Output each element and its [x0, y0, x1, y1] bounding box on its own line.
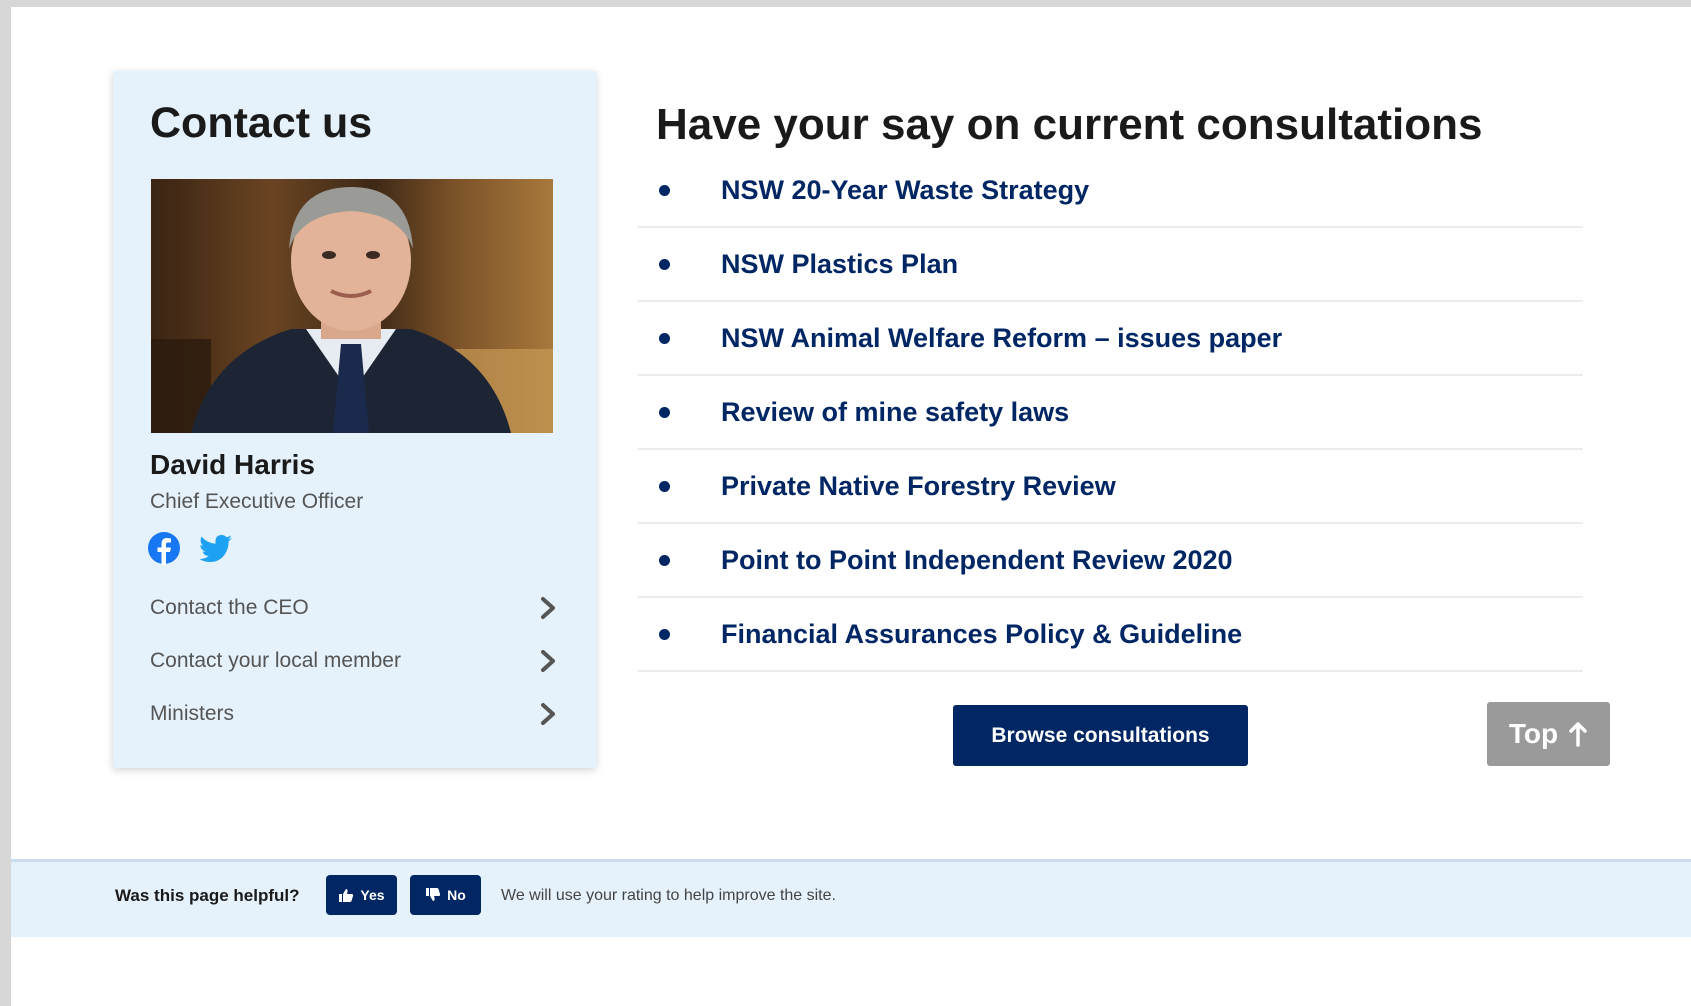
list-item: NSW 20-Year Waste Strategy — [638, 154, 1583, 228]
feedback-no-label: No — [447, 887, 466, 903]
window-frame-left — [0, 0, 11, 1006]
contact-link-label: Ministers — [150, 701, 235, 725]
chevron-right-icon — [541, 596, 555, 619]
contact-link-ceo[interactable]: Contact the CEO — [150, 581, 557, 634]
consultation-link[interactable]: NSW 20-Year Waste Strategy — [721, 175, 1089, 206]
consultations-list: NSW 20-Year Waste Strategy NSW Plastics … — [638, 154, 1583, 672]
list-item: NSW Plastics Plan — [638, 228, 1583, 302]
list-item: NSW Animal Welfare Reform – issues paper — [638, 302, 1583, 376]
top-label: Top — [1508, 718, 1559, 749]
window-frame-top — [0, 0, 1691, 7]
arrow-up-icon — [1569, 722, 1587, 747]
feedback-yes-button[interactable]: Yes — [326, 875, 397, 915]
contact-link-local-member[interactable]: Contact your local member — [150, 634, 557, 687]
bullet — [659, 406, 670, 418]
bullet — [659, 554, 670, 566]
contact-link-label: Contact your local member — [150, 648, 401, 672]
bullet — [659, 184, 670, 196]
contact-link-ministers[interactable]: Ministers — [150, 687, 557, 740]
feedback-bar: Was this page helpful? Yes No We will us… — [11, 859, 1691, 937]
list-item: Private Native Forestry Review — [638, 450, 1583, 524]
contact-link-label: Contact the CEO — [150, 595, 309, 619]
consultation-link[interactable]: Private Native Forestry Review — [721, 471, 1116, 502]
contact-title: Contact us — [150, 99, 373, 147]
ceo-role: Chief Executive Officer — [150, 490, 364, 513]
feedback-no-button[interactable]: No — [410, 875, 481, 915]
back-to-top-button[interactable]: Top — [1487, 702, 1610, 766]
social-links — [147, 531, 233, 565]
chevron-right-icon — [541, 702, 555, 725]
consultation-link[interactable]: NSW Plastics Plan — [721, 249, 958, 280]
list-item: Review of mine safety laws — [638, 376, 1583, 450]
list-item: Point to Point Independent Review 2020 — [638, 524, 1583, 598]
consultation-link[interactable]: Point to Point Independent Review 2020 — [721, 545, 1233, 576]
bullet — [659, 258, 670, 270]
feedback-question: Was this page helpful? — [115, 886, 300, 905]
browse-consultations-button[interactable]: Browse consultations — [953, 705, 1248, 766]
consultation-link[interactable]: Financial Assurances Policy & Guideline — [721, 619, 1242, 650]
consultation-link[interactable]: NSW Animal Welfare Reform – issues paper — [721, 323, 1282, 354]
thumbs-up-icon — [339, 889, 354, 902]
thumbs-down-icon — [426, 888, 441, 901]
list-item: Financial Assurances Policy & Guideline — [638, 598, 1583, 672]
bullet — [659, 332, 670, 344]
facebook-icon[interactable] — [147, 531, 181, 565]
contact-card: Contact us David Harris Chief Executive … — [113, 71, 596, 768]
bullet — [659, 480, 670, 492]
consultation-link[interactable]: Review of mine safety laws — [721, 397, 1069, 428]
ceo-name: David Harris — [150, 449, 315, 480]
contact-links: Contact the CEO Contact your local membe… — [150, 581, 557, 740]
feedback-note: We will use your rating to help improve … — [501, 887, 836, 904]
chevron-right-icon — [541, 649, 555, 672]
bullet — [659, 628, 670, 640]
ceo-photo — [151, 179, 553, 433]
feedback-yes-label: Yes — [360, 887, 385, 903]
twitter-icon[interactable] — [199, 531, 233, 565]
consultations-title: Have your say on current consultations — [656, 100, 1483, 149]
